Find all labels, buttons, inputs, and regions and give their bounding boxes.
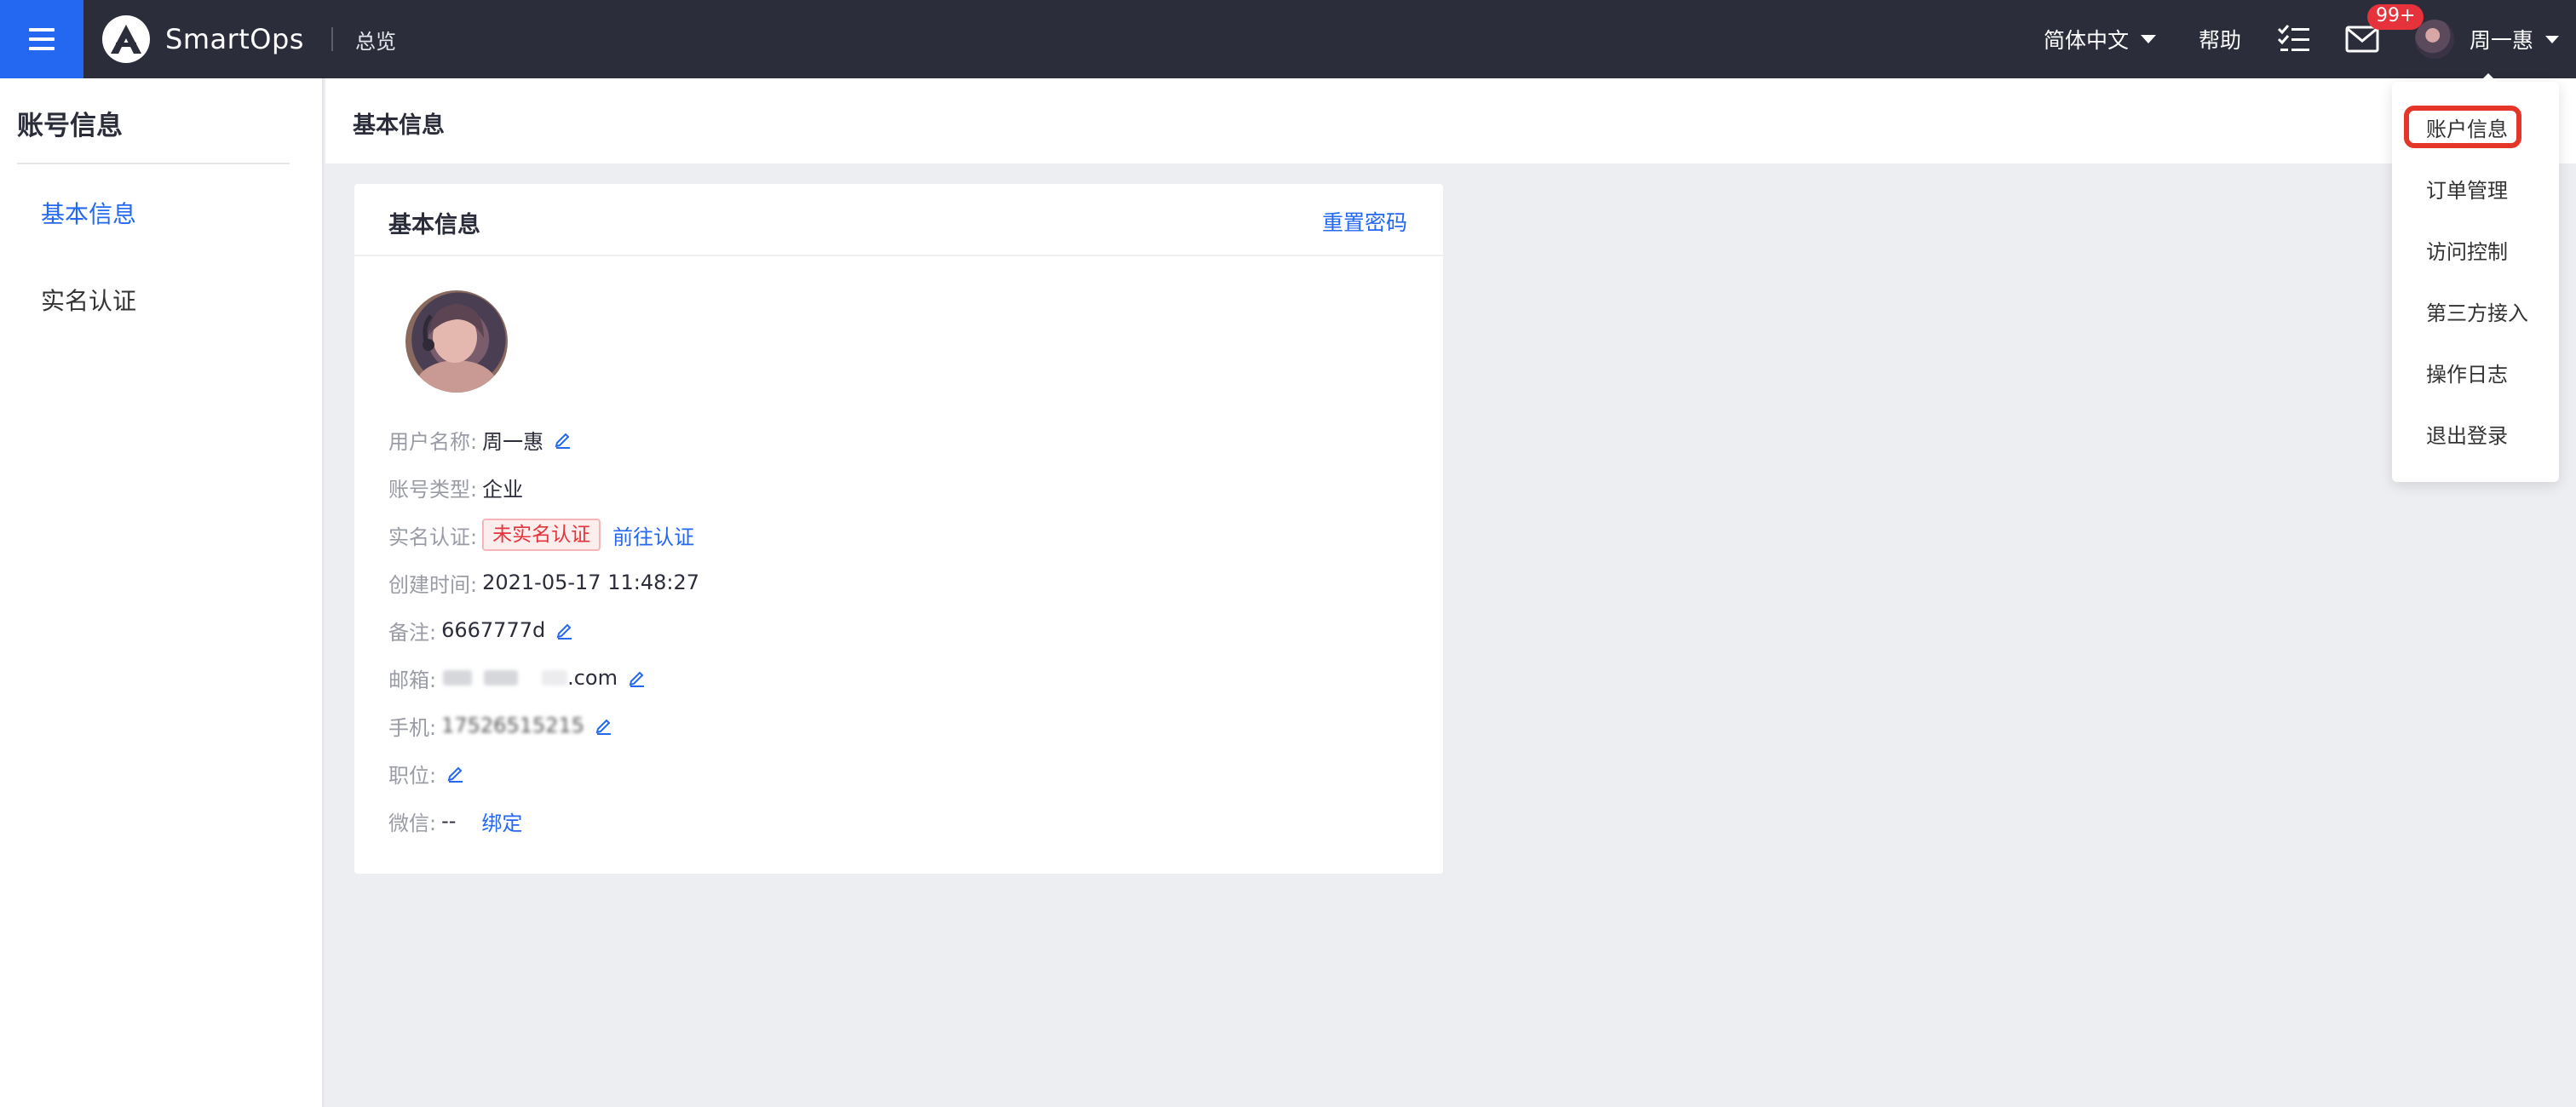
status-badge: 未实名认证 xyxy=(482,519,601,551)
sidebar-title: 账号信息 xyxy=(17,111,123,141)
top-right-toolbar: 简体中文 帮助 99+ 周一惠 xyxy=(2044,0,2576,78)
field-value: 周一惠 xyxy=(482,429,544,454)
menu-line xyxy=(29,47,55,50)
mail-button[interactable]: 99+ xyxy=(2345,4,2424,54)
field-position: 职位: xyxy=(388,749,699,797)
field-label: 微信: xyxy=(388,811,437,835)
field-account-type: 账号类型: 企业 xyxy=(388,463,699,511)
field-value: 6667777d xyxy=(441,618,546,642)
field-value: -- xyxy=(441,809,457,833)
menu-item-logout[interactable]: 退出登录 xyxy=(2426,419,2508,449)
field-phone: 手机: 17526515215 xyxy=(388,702,699,749)
mail-icon xyxy=(2345,26,2379,53)
redacted-text xyxy=(484,670,519,685)
top-bar: SmartOps 总览 简体中文 帮助 99+ 周一惠 xyxy=(0,0,2576,78)
field-label: 账号类型: xyxy=(388,477,478,502)
edit-pencil-icon[interactable] xyxy=(446,764,465,783)
language-selector[interactable]: 简体中文 xyxy=(2044,24,2156,54)
field-username: 用户名称: 周一惠 xyxy=(388,416,699,463)
mail-count-badge: 99+ xyxy=(2366,4,2424,30)
user-dropdown-menu: 账户信息 订单管理 访问控制 第三方接入 操作日志 退出登录 xyxy=(2392,73,2559,482)
field-real-name-verification: 实名认证: 未实名认证 前往认证 xyxy=(388,511,699,559)
redacted-text xyxy=(542,670,568,685)
bind-wechat-link[interactable]: 绑定 xyxy=(481,806,522,836)
nav-overview-link[interactable]: 总览 xyxy=(355,25,396,54)
field-label: 手机: xyxy=(388,715,437,740)
divider xyxy=(331,27,333,51)
sidebar-item-real-name-verification[interactable]: 实名认证 xyxy=(41,283,136,317)
content-header: 基本信息 xyxy=(325,78,2576,163)
logo-icon xyxy=(102,15,150,63)
edit-pencil-icon[interactable] xyxy=(628,668,647,687)
field-value: 2021-05-17 11:48:27 xyxy=(482,571,699,594)
field-value: .com xyxy=(567,666,618,690)
basic-info-card: 基本信息 重置密码 用户名称: 周一惠 账号类型: 企业 实名认证: 未实名认证 xyxy=(354,184,1443,874)
menu-line xyxy=(29,28,55,32)
menu-line xyxy=(29,37,55,41)
redacted-text xyxy=(443,670,473,685)
edit-pencil-icon[interactable] xyxy=(554,430,572,449)
divider xyxy=(17,163,290,164)
field-label: 邮箱: xyxy=(388,668,437,692)
task-list-icon[interactable] xyxy=(2277,24,2311,54)
caret-down-icon xyxy=(2545,35,2559,43)
field-value: 企业 xyxy=(482,477,524,502)
hamburger-menu-button[interactable] xyxy=(0,0,83,78)
field-label: 用户名称: xyxy=(388,429,478,454)
edit-pencil-icon[interactable] xyxy=(555,621,574,640)
app-logo[interactable]: SmartOps xyxy=(102,15,304,63)
username-label: 周一惠 xyxy=(2469,28,2533,53)
sidebar: 账号信息 基本信息 实名认证 xyxy=(0,78,324,1107)
user-avatar[interactable] xyxy=(2414,20,2454,59)
profile-avatar xyxy=(405,290,508,393)
menu-item-order-management[interactable]: 订单管理 xyxy=(2426,174,2508,204)
field-wechat: 微信: -- 绑定 xyxy=(388,797,699,845)
reset-password-link[interactable]: 重置密码 xyxy=(1322,206,1407,237)
go-verify-link[interactable]: 前往认证 xyxy=(612,520,694,550)
field-label: 实名认证: xyxy=(388,525,478,549)
divider xyxy=(354,255,1443,256)
caret-down-icon xyxy=(2140,35,2156,43)
menu-item-third-party-access[interactable]: 第三方接入 xyxy=(2426,296,2528,326)
field-created-time: 创建时间: 2021-05-17 11:48:27 xyxy=(388,559,699,606)
field-value: 17526515215 xyxy=(441,714,585,737)
field-email: 邮箱: .com xyxy=(388,654,699,702)
page-title: 基本信息 xyxy=(353,112,445,139)
info-fields: 用户名称: 周一惠 账号类型: 企业 实名认证: 未实名认证 前往认证 创建时间… xyxy=(388,416,699,845)
app-name: SmartOps xyxy=(165,23,304,55)
field-remark: 备注: 6667777d xyxy=(388,606,699,654)
field-label: 职位: xyxy=(388,763,437,788)
field-label: 备注: xyxy=(388,620,437,645)
menu-item-access-control[interactable]: 访问控制 xyxy=(2426,235,2508,265)
edit-pencil-icon[interactable] xyxy=(595,716,613,735)
user-menu-trigger[interactable]: 周一惠 xyxy=(2470,24,2559,54)
language-label: 简体中文 xyxy=(2043,28,2129,53)
menu-item-operation-log[interactable]: 操作日志 xyxy=(2426,358,2508,387)
field-label: 创建时间: xyxy=(388,572,478,597)
help-link[interactable]: 帮助 xyxy=(2199,24,2241,54)
card-title: 基本信息 xyxy=(388,212,480,238)
sidebar-item-basic-info[interactable]: 基本信息 xyxy=(41,196,136,230)
menu-item-account-info[interactable]: 账户信息 xyxy=(2426,112,2508,142)
